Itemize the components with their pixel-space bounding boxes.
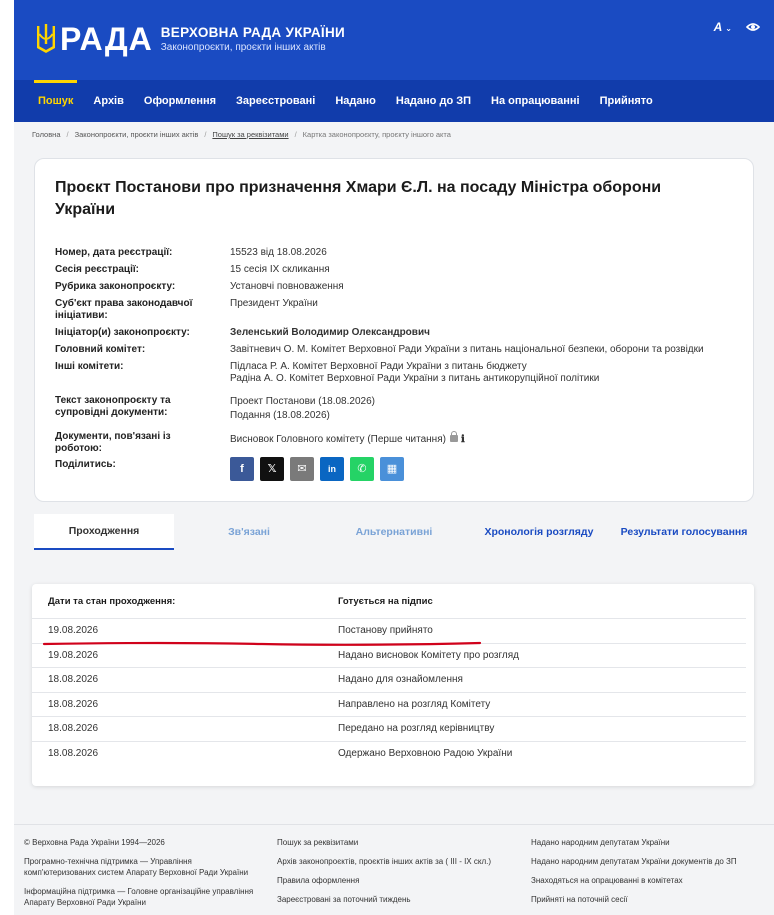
- footer-link-archive[interactable]: Архів законопроєктів, проєктів інших акт…: [277, 856, 527, 867]
- nav-processing[interactable]: На опрацюванні: [481, 80, 590, 122]
- table-row: 18.08.2026 Надано для ознайомлення: [32, 667, 746, 692]
- bill-card: Проєкт Постанови про призначення Хмари Є…: [34, 158, 754, 502]
- prop-value: Установчі повноваження: [230, 281, 344, 292]
- footer-link-provided-deputies[interactable]: Надано народним депутатам України: [531, 837, 771, 848]
- site-header: РАДА ВЕРХОВНА РАДА УКРАЇНИ Законопроєкти…: [14, 0, 774, 80]
- row-date: 18.08.2026: [48, 698, 99, 710]
- bill-tabs: Проходження Зв'язані Альтернативні Хроно…: [34, 514, 754, 550]
- row-date: 18.08.2026: [48, 747, 99, 759]
- prop-label: Інші комітети:: [55, 361, 124, 372]
- footer-tech-support: Програмно-технічна підтримка — Управлінн…: [24, 857, 249, 877]
- nav-accepted[interactable]: Прийнято: [590, 80, 663, 122]
- site-footer: © Верховна Рада України 1994—2026 Програ…: [14, 824, 774, 915]
- row-status: Надано для ознайомлення: [338, 674, 463, 686]
- info-icon[interactable]: ℹ: [461, 434, 465, 446]
- prop-label: Ініціатор(и) законопроєкту:: [55, 327, 190, 338]
- tab-passage[interactable]: Проходження: [34, 514, 174, 550]
- row-status: Надано висновок Комітету про розгляд: [338, 649, 520, 661]
- table-row: 19.08.2026 Постанову прийнято: [32, 618, 746, 643]
- eye-icon[interactable]: [746, 22, 760, 32]
- row-date: 18.08.2026: [48, 674, 99, 686]
- footer-link-accepted-session[interactable]: Прийняті на поточній сесії: [531, 894, 771, 905]
- tab-alternative[interactable]: Альтернативні: [324, 514, 464, 550]
- prop-label: Номер, дата реєстрації:: [55, 247, 173, 258]
- row-date: 19.08.2026: [48, 625, 99, 636]
- nav-registered[interactable]: Зареєстровані: [226, 80, 325, 122]
- column-header-status: Готується на підпис: [338, 596, 433, 607]
- table-header: Дати та стан проходження: Готується на п…: [48, 596, 745, 618]
- other-committee-link[interactable]: Радіна А. О. Комітет Верховної Ради Укра…: [230, 373, 745, 385]
- nav-provided-zp[interactable]: Надано до ЗП: [386, 80, 481, 122]
- share-qr-button[interactable]: ▦: [380, 457, 404, 481]
- table-row: 18.08.2026 Передано на розгляд керівництв…: [32, 716, 746, 741]
- site-logo[interactable]: РАДА ВЕРХОВНА РАДА УКРАЇНИ Законопроєкти…: [36, 22, 345, 56]
- nav-formatting[interactable]: Оформлення: [134, 80, 226, 122]
- prop-value: 15523 від 18.08.2026: [230, 247, 327, 258]
- prop-label: Рубрика законопроєкту:: [55, 281, 176, 292]
- share-facebook-button[interactable]: f: [230, 457, 254, 481]
- breadcrumb-search[interactable]: Пошук за реквізитами: [212, 130, 288, 139]
- chevron-down-icon: ⌄: [725, 24, 732, 33]
- logo-word: РАДА: [60, 21, 153, 57]
- trident-icon: [37, 24, 55, 53]
- row-status: Передано на розгляд керівництву: [338, 723, 495, 735]
- prop-label: Поділитись:: [55, 459, 116, 470]
- prop-label: Головний комітет:: [55, 344, 146, 355]
- row-status: Направлено на розгляд Комітету: [338, 698, 491, 710]
- share-linkedin-button[interactable]: in: [320, 457, 344, 481]
- nav-archive[interactable]: Архів: [83, 80, 133, 122]
- font-size-button[interactable]: A ⌄: [714, 20, 732, 34]
- committee-conclusion-link[interactable]: Висновок Головного комітету (Перше читан…: [230, 434, 446, 445]
- site-subtitle: Законопроєкти, проєкти інших актів: [160, 42, 326, 53]
- breadcrumb-home[interactable]: Головна: [32, 130, 61, 139]
- page: РАДА ВЕРХОВНА РАДА УКРАЇНИ Законопроєкти…: [14, 0, 774, 915]
- footer-link-search[interactable]: Пошук за реквізитами: [277, 837, 527, 848]
- prop-value: Президент України: [230, 298, 318, 309]
- bill-text-link[interactable]: Проект Постанови (18.08.2026): [230, 395, 745, 409]
- nav-search[interactable]: Пошук: [28, 80, 83, 122]
- prop-label: Документи, пов'язані із роботою:: [55, 431, 171, 454]
- submission-link[interactable]: Подання (18.08.2026): [230, 409, 745, 423]
- bill-title: Проєкт Постанови про призначення Хмари Є…: [55, 179, 662, 218]
- breadcrumb: Головна / Законопроєкти, проєкти інших а…: [32, 130, 451, 139]
- main-nav: Пошук Архів Оформлення Зареєстровані Над…: [14, 80, 774, 122]
- main-committee-link[interactable]: Завітневич О. М. Комітет Верховної Ради …: [230, 344, 745, 356]
- table-row: 18.08.2026 Одержано Верховною Радою Украї…: [32, 740, 746, 766]
- prop-label: Сесія реєстрації:: [55, 264, 139, 275]
- footer-link-registered-week[interactable]: Зареєстровані за поточний тиждень: [277, 894, 527, 905]
- prop-label: Текст законопроєкту та супровідні докуме…: [55, 395, 171, 418]
- tab-chronology[interactable]: Хронологія розгляду: [464, 514, 614, 550]
- footer-link-committees[interactable]: Знаходяться на опрацюванні в комітетах: [531, 875, 771, 886]
- breadcrumb-bills[interactable]: Законопроєкти, проєкти інших актів: [75, 130, 199, 139]
- nav-provided[interactable]: Надано: [325, 80, 386, 122]
- row-date: 19.08.2026: [48, 649, 99, 661]
- tab-related[interactable]: Зв'язані: [174, 514, 324, 550]
- share-x-button[interactable]: 𝕏: [260, 457, 284, 481]
- column-header-dates: Дати та стан проходження:: [48, 596, 176, 607]
- passage-table: Дати та стан проходження: Готується на п…: [32, 584, 754, 786]
- prop-value: Зеленський Володимир Олександрович: [230, 327, 430, 338]
- share-email-button[interactable]: ✉: [290, 457, 314, 481]
- row-status: Одержано Верховною Радою України: [338, 747, 513, 759]
- lock-icon: [449, 431, 458, 442]
- table-row: 18.08.2026 Направлено на розгляд Комітету: [32, 691, 746, 717]
- other-committee-link[interactable]: Підласа Р. А. Комітет Верховної Ради Укр…: [230, 361, 745, 373]
- breadcrumb-current: Картка законопроєкту, проєкту іншого акт…: [302, 130, 451, 139]
- row-date: 18.08.2026: [48, 723, 99, 735]
- footer-copyright: © Верховна Рада України 1994—2026: [24, 838, 165, 847]
- bill-properties: Номер, дата реєстрації: 15523 від 18.08.2…: [55, 247, 745, 485]
- footer-link-provided-zp[interactable]: Надано народним депутатам України докуме…: [531, 856, 771, 867]
- site-title: ВЕРХОВНА РАДА УКРАЇНИ: [160, 25, 345, 40]
- prop-label: Суб'єкт права законодавчої ініціативи:: [55, 298, 193, 321]
- red-underline-annotation: [42, 641, 482, 646]
- footer-link-rules[interactable]: Правила оформлення: [277, 875, 527, 886]
- tab-voting-results[interactable]: Результати голосування: [614, 514, 754, 550]
- row-status: Постанову прийнято: [338, 625, 433, 636]
- left-margin: [0, 0, 14, 915]
- prop-value: 15 сесія IX скликання: [230, 264, 330, 275]
- footer-info-support: Інформаційна підтримка — Головне організ…: [24, 887, 254, 907]
- share-whatsapp-button[interactable]: ✆: [350, 457, 374, 481]
